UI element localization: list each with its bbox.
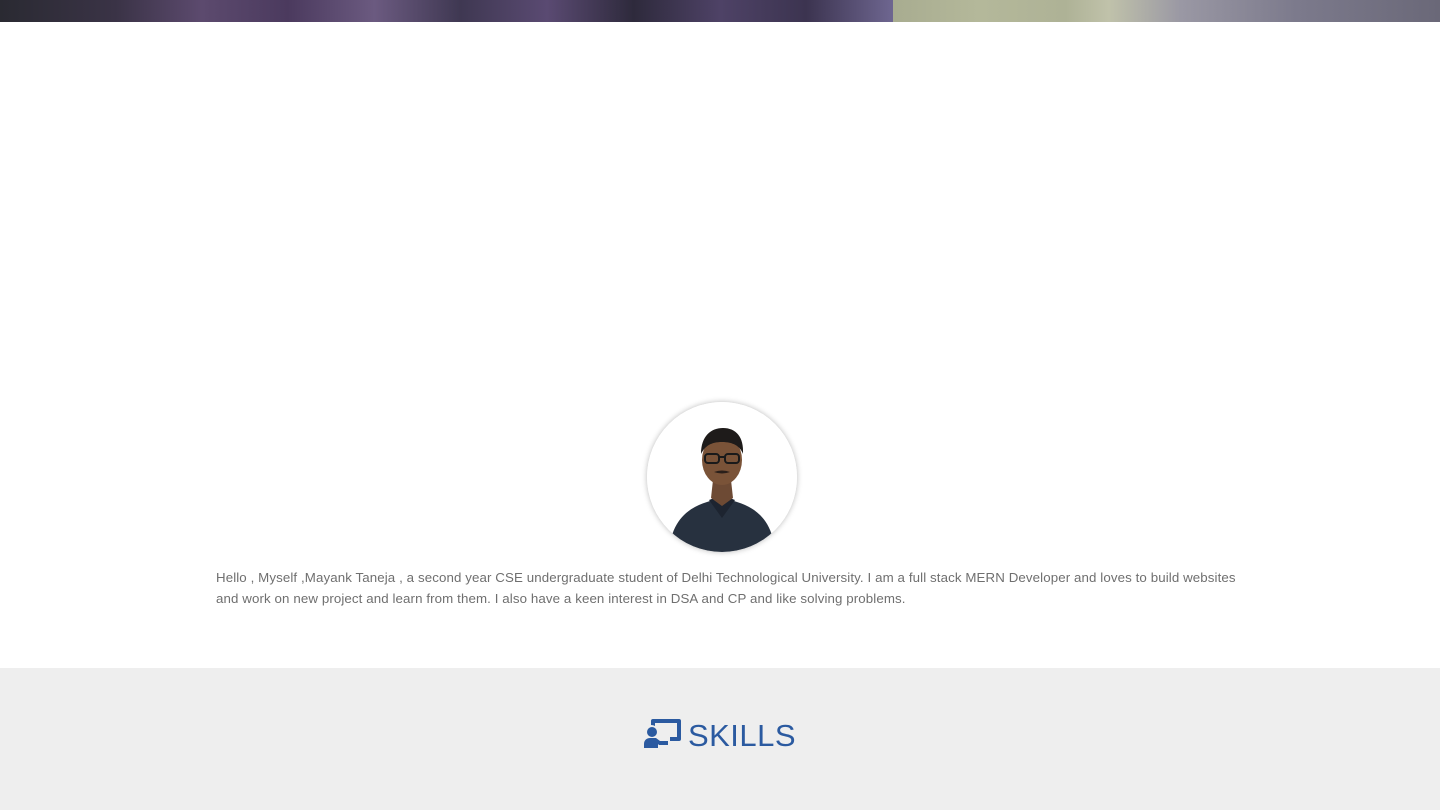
chalkboard-teacher-icon — [643, 718, 682, 757]
page: Hello , Myself ,Mayank Taneja , a second… — [0, 0, 1440, 810]
skills-section: SKILLS — [0, 668, 1440, 810]
about-bio-text: Hello , Myself ,Mayank Taneja , a second… — [216, 570, 1236, 606]
profile-avatar — [647, 402, 797, 552]
profile-photo — [647, 402, 797, 552]
skills-heading-label: SKILLS — [687, 718, 797, 753]
about-section: Hello , Myself ,Mayank Taneja , a second… — [0, 22, 1440, 668]
hero-background-strip — [0, 0, 1440, 22]
skills-heading: SKILLS — [0, 718, 1440, 757]
